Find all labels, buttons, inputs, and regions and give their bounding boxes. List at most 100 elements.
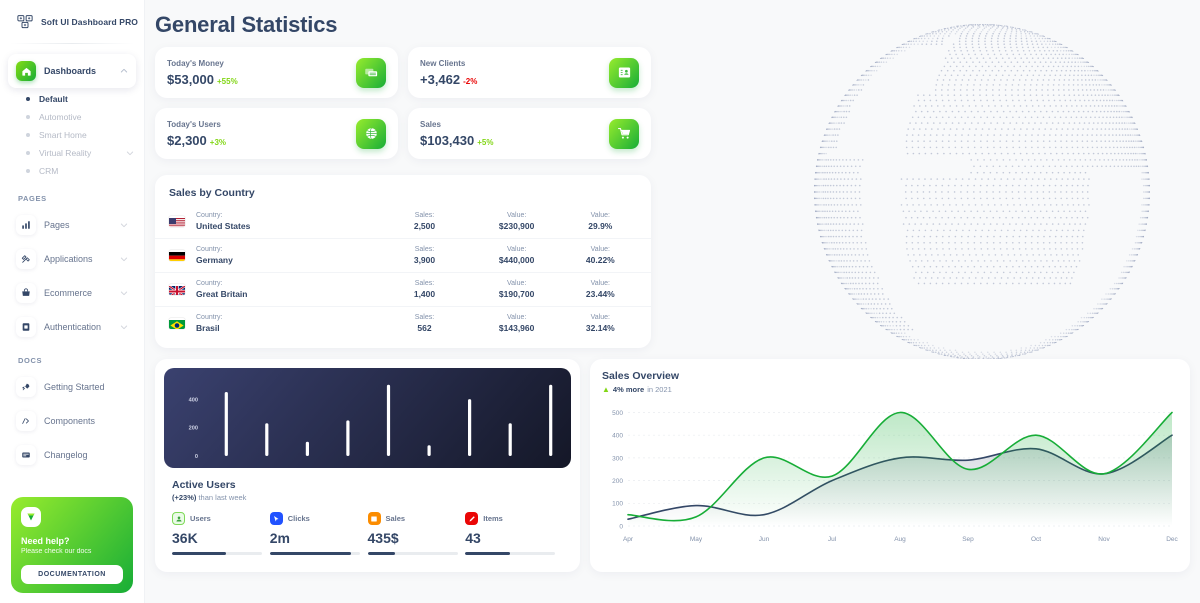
stat-amount: +3,462 bbox=[420, 71, 461, 87]
progress-bar bbox=[172, 552, 262, 555]
sidebar: Soft UI Dashboard PRO Dashboards Default bbox=[0, 0, 145, 603]
sidebar-nav: Dashboards Default Automotive Smart Home bbox=[0, 54, 144, 472]
stat-card-todays-money[interactable]: Today's Money $53,000 +55% bbox=[155, 47, 398, 98]
table-row[interactable]: Country: Great Britain Sales: 1,400 Valu… bbox=[155, 273, 651, 307]
metric-value: 36K bbox=[172, 530, 198, 546]
active-users-delta: (+23%) bbox=[172, 493, 197, 502]
metric-items: Items 43 bbox=[465, 512, 563, 555]
dashboard-page: Soft UI Dashboard PRO Dashboards Default bbox=[0, 0, 1200, 603]
cell-key: Value: bbox=[506, 280, 527, 287]
sidebar-subitem-default[interactable]: Default bbox=[24, 90, 136, 108]
brand[interactable]: Soft UI Dashboard PRO bbox=[0, 0, 144, 43]
stat-card-sales[interactable]: Sales $103,430 +5% bbox=[408, 108, 651, 159]
id-card-icon bbox=[609, 57, 639, 88]
cell-value: Great Britain bbox=[196, 289, 248, 299]
metric-sales: Sales 435$ bbox=[367, 512, 466, 555]
country-cell: Country: United States bbox=[196, 212, 379, 231]
svg-text:300: 300 bbox=[612, 455, 623, 462]
flag-br bbox=[169, 318, 185, 329]
stat-amount: $103,430 bbox=[420, 132, 475, 148]
table-row[interactable]: Country: Germany Sales: 3,900 Value: $44… bbox=[155, 239, 651, 273]
metric-label: Items bbox=[483, 514, 503, 523]
brand-label: Soft UI Dashboard PRO bbox=[41, 17, 139, 27]
sidebar-item-label: Changelog bbox=[44, 450, 88, 460]
svg-text:200: 200 bbox=[612, 478, 623, 485]
sidebar-item-label: Pages bbox=[44, 220, 70, 230]
sales-overview-title: Sales Overview bbox=[602, 370, 680, 382]
sidebar-item-label: Ecommerce bbox=[44, 288, 93, 298]
cell-value: $190,700 bbox=[498, 289, 535, 299]
cell-value: $143,960 bbox=[498, 323, 535, 333]
value-cell: Value: $190,700 bbox=[470, 280, 564, 299]
sidebar-item-ecommerce[interactable]: Ecommerce bbox=[8, 276, 136, 310]
cell-key: Value: bbox=[590, 314, 610, 321]
cell-value: 32.14% bbox=[585, 323, 615, 333]
metric-head: Clicks bbox=[269, 512, 368, 525]
sidebar-item-changelog[interactable]: Changelog bbox=[8, 438, 136, 472]
stat-amount: $2,300 bbox=[167, 132, 207, 148]
globe-icon bbox=[356, 118, 386, 149]
documentation-button[interactable]: DOCUMENTATION bbox=[21, 565, 123, 585]
stat-card-new-clients[interactable]: New Clients +3,462 -2% bbox=[408, 47, 651, 98]
sidebar-subitem-virtual-reality[interactable]: Virtual Reality bbox=[24, 144, 136, 162]
cursor-icon bbox=[269, 512, 283, 525]
cell-key: Country: bbox=[196, 314, 223, 321]
bounce-cell: Value: 29.9% bbox=[564, 212, 637, 231]
sidebar-item-applications[interactable]: Applications bbox=[8, 242, 136, 276]
users-icon bbox=[172, 512, 185, 525]
svg-text:Dec: Dec bbox=[1166, 536, 1178, 543]
money-icon bbox=[356, 57, 386, 88]
sidebar-subitem-label: Automotive bbox=[39, 112, 82, 122]
metric-label: Clicks bbox=[287, 514, 310, 523]
sidebar-item-components[interactable]: Components bbox=[8, 404, 136, 438]
svg-text:Jun: Jun bbox=[759, 536, 770, 543]
table-row[interactable]: Country: United States Sales: 2,500 Valu… bbox=[155, 205, 651, 239]
value-cell: Value: $143,960 bbox=[470, 314, 564, 333]
stat-value: $53,000 +55% bbox=[167, 72, 238, 87]
svg-text:Aug: Aug bbox=[894, 536, 906, 543]
chevron-down-icon bbox=[120, 289, 128, 297]
active-users-title: Active Users bbox=[172, 479, 236, 491]
chevron-down-icon bbox=[120, 255, 128, 263]
sidebar-item-dashboards[interactable]: Dashboards bbox=[8, 54, 136, 88]
sidebar-section-docs: DOCS bbox=[18, 356, 43, 365]
value-cell: Value: $230,900 bbox=[470, 212, 564, 231]
sidebar-divider bbox=[10, 43, 134, 44]
cell-key: Value: bbox=[506, 246, 527, 253]
metric-value: 43 bbox=[465, 530, 481, 546]
sidebar-item-getting-started[interactable]: Getting Started bbox=[8, 370, 136, 404]
stat-amount: $53,000 bbox=[167, 71, 214, 87]
sidebar-item-authentication[interactable]: Authentication bbox=[8, 310, 136, 344]
sidebar-subitem-smart-home[interactable]: Smart Home bbox=[24, 126, 136, 144]
stat-card-todays-users[interactable]: Today's Users $2,300 +3% bbox=[155, 108, 398, 159]
sidebar-item-pages[interactable]: Pages bbox=[8, 208, 136, 242]
stat-cards-left-column: Today's Money $53,000 +55% Today's Users… bbox=[155, 47, 398, 169]
active-users-metrics: Users 36K Clicks 2m Sales 435$ Items 43 bbox=[164, 508, 571, 563]
cell-key: Country: bbox=[196, 246, 223, 253]
main-content: General Statistics Today's Money $53,000… bbox=[145, 0, 1200, 603]
active-users-header: Active Users (+23%) than last week bbox=[164, 468, 571, 508]
cell-key: Sales: bbox=[414, 314, 435, 321]
sidebar-subitem-label: Smart Home bbox=[39, 130, 87, 140]
cell-key: Sales: bbox=[414, 212, 435, 219]
sales-overview-delta: 4% more bbox=[612, 385, 645, 394]
progress-bar bbox=[465, 552, 556, 555]
svg-text:500: 500 bbox=[612, 410, 623, 417]
sidebar-subitem-automotive[interactable]: Automotive bbox=[24, 108, 136, 126]
sales-overview-subtitle: ▲ 4% more in 2021 bbox=[602, 385, 1178, 394]
cell-value: $230,900 bbox=[498, 221, 535, 231]
cell-key: Sales: bbox=[414, 246, 435, 253]
svg-text:400: 400 bbox=[612, 433, 623, 440]
metric-label: Sales bbox=[385, 514, 406, 523]
sales-cell: Sales: 1,400 bbox=[379, 280, 469, 299]
sidebar-subitem-crm[interactable]: CRM bbox=[24, 162, 136, 180]
cell-value: 29.9% bbox=[588, 221, 613, 231]
stat-delta: +55% bbox=[217, 76, 238, 86]
page-title: General Statistics bbox=[155, 12, 338, 37]
svg-text:May: May bbox=[690, 536, 703, 543]
metric-head: Users bbox=[172, 512, 270, 525]
svg-text:Oct: Oct bbox=[1031, 536, 1041, 543]
content-area: Today's Money $53,000 +55% Today's Users… bbox=[155, 47, 1190, 572]
cell-value: 40.22% bbox=[585, 255, 615, 265]
table-row[interactable]: Country: Brasil Sales: 562 Value: $143,9… bbox=[155, 307, 651, 340]
